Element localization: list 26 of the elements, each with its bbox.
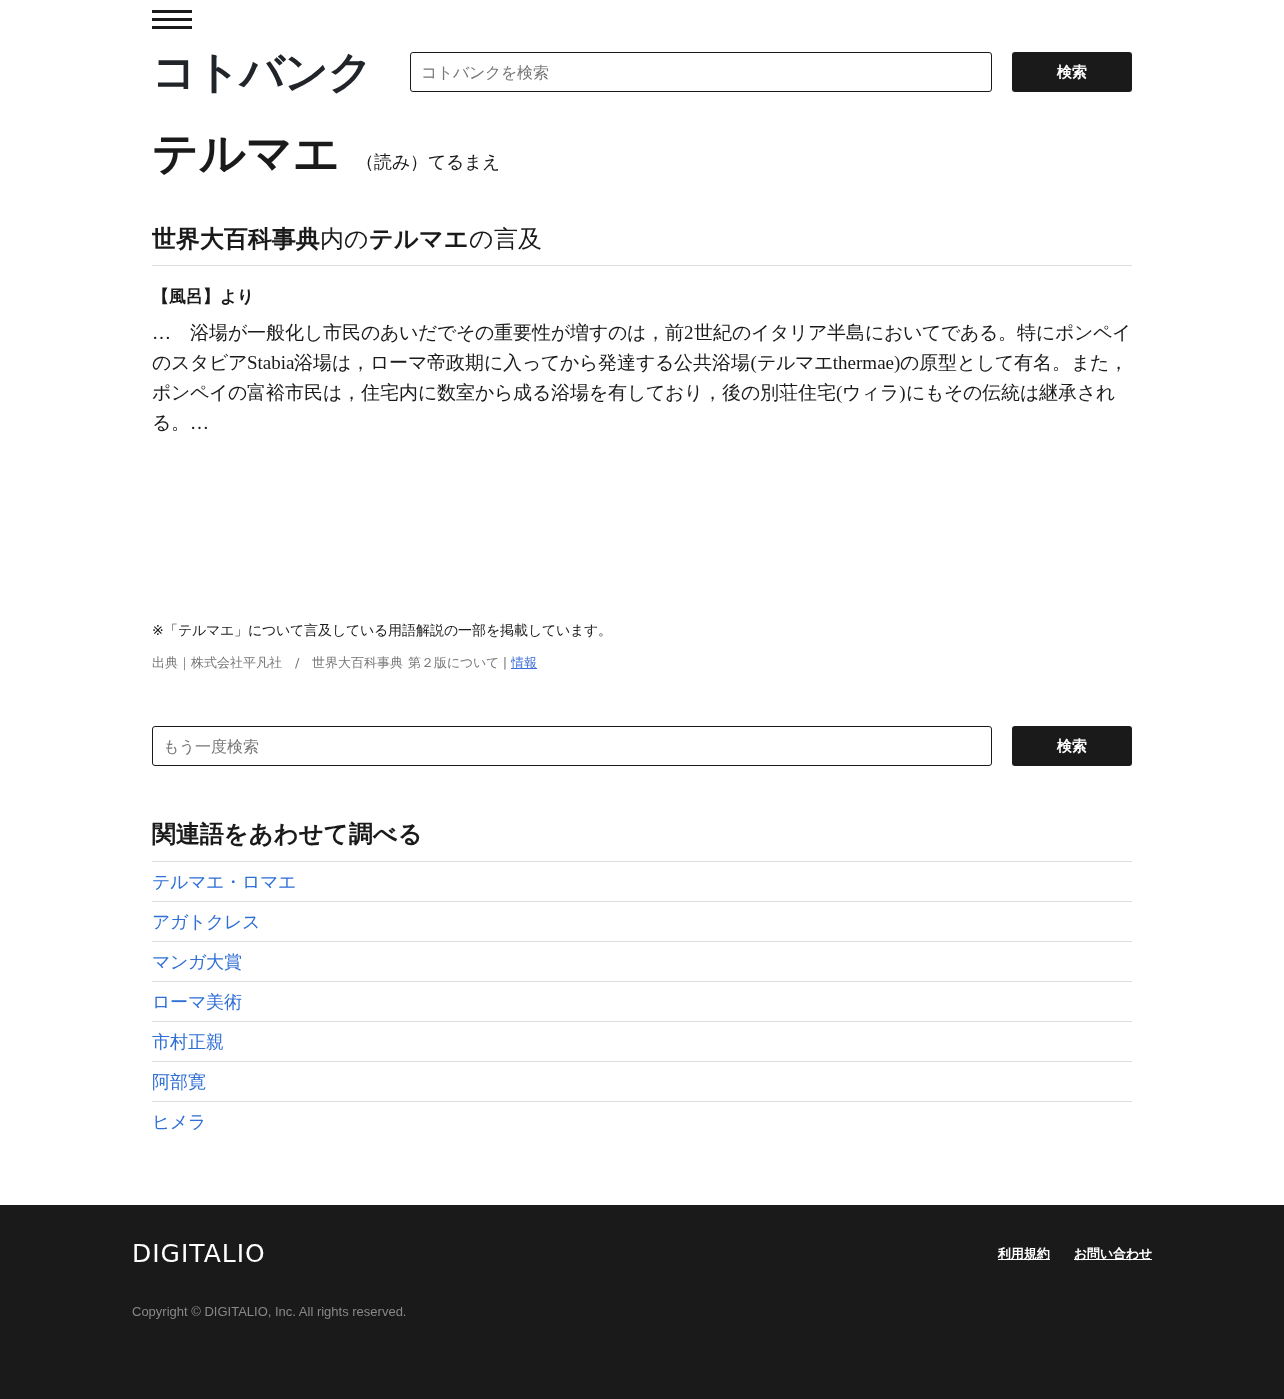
footer-link[interactable]: お問い合わせ bbox=[1074, 1243, 1152, 1264]
search-field[interactable]: もう一度検索 bbox=[152, 726, 992, 767]
footer-logo: DIGITALIO bbox=[132, 1241, 266, 1267]
search-button[interactable]: 検索 bbox=[1012, 52, 1132, 92]
related-link[interactable]: テルマエ・ロマエ bbox=[152, 868, 296, 896]
section-heading: 世界大百科事典内のテルマエの言及 bbox=[152, 224, 1132, 267]
footer-link[interactable]: 利用規約 bbox=[998, 1243, 1050, 1264]
related-link[interactable]: ローマ美術 bbox=[152, 988, 242, 1016]
entry-reading: （読み）てるまえ bbox=[356, 149, 500, 174]
copyright-text: Copyright © DIGITALIO, Inc. All rights reserved. bbox=[132, 1303, 408, 1322]
related-link[interactable]: 阿部寛 bbox=[152, 1068, 206, 1096]
note-text: ※「テルマエ」について言及している用語解説の一部を掲載しています。 bbox=[152, 620, 613, 640]
info-link[interactable]: 情報 bbox=[511, 652, 538, 673]
related-link[interactable]: ヒメラ bbox=[152, 1108, 206, 1136]
related-link[interactable]: 市村正親 bbox=[152, 1028, 224, 1056]
related-link[interactable]: マンガ大賞 bbox=[152, 948, 242, 976]
credit-text: 出典｜株式会社平凡社 / 世界大百科事典 第２版について | bbox=[152, 653, 508, 673]
related-heading: 関連語をあわせて調べる bbox=[152, 820, 424, 850]
related-link[interactable]: アガトクレス bbox=[152, 908, 260, 936]
search-field[interactable]: コトバンクを検索 bbox=[410, 52, 992, 92]
excerpt-text: … 浴場が一般化し市民のあいだでその重要性が増すのは，前2世紀のイタリア半島においてである。特にポンペイのスタビアStabia浴場は，ローマ帝政期に入ってから発達する公共浴場(テルマエthermae)の原型として有名。また，ポンペイの富裕市民は，住宅内に数室から成る浴場を有しており，後の別荘住宅(ウィラ)にもその伝統は継承される。… bbox=[152, 320, 1132, 435]
menu-icon[interactable] bbox=[152, 10, 192, 30]
site-logo[interactable]: コトバンク bbox=[152, 50, 372, 94]
source-entry: 【風呂】より bbox=[152, 285, 255, 309]
search-button[interactable]: 検索 bbox=[1012, 726, 1132, 767]
entry-title: テルマエ bbox=[152, 128, 340, 179]
